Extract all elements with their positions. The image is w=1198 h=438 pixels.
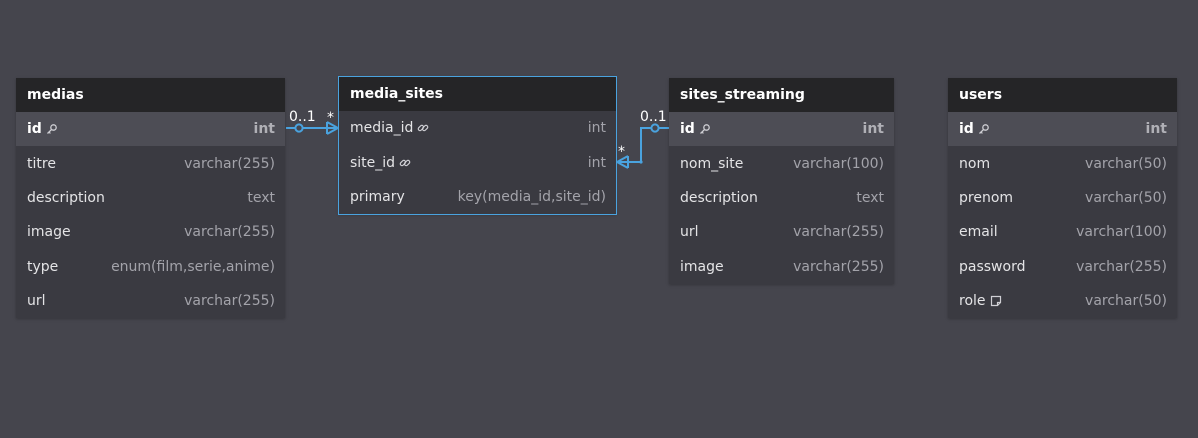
field-type: int: [587, 120, 606, 137]
field-type: int: [587, 154, 606, 171]
field-type: int: [1145, 121, 1167, 138]
field-type: varchar(255): [184, 293, 275, 310]
table-row[interactable]: image varchar(255): [669, 250, 894, 284]
field-name: image: [680, 258, 724, 275]
field-type: enum(film,serie,anime): [111, 258, 275, 275]
key-icon: [978, 123, 990, 135]
cardinality-label-from: 0..1: [289, 109, 316, 125]
field-name: email: [959, 224, 998, 241]
table-row[interactable]: site_id int: [339, 145, 616, 179]
table-medias[interactable]: medias id int titre varchar(255) descrip…: [16, 78, 285, 319]
table-row[interactable]: nom_site varchar(100): [669, 146, 894, 180]
table-row[interactable]: media_id int: [339, 111, 616, 145]
table-row[interactable]: url varchar(255): [16, 284, 285, 318]
table-row[interactable]: titre varchar(255): [16, 146, 285, 180]
field-type: varchar(50): [1085, 293, 1167, 310]
field-type: varchar(50): [1085, 155, 1167, 172]
table-row[interactable]: id int: [948, 112, 1177, 147]
diagram-canvas[interactable]: 0..1 * 0..1 * medias id int titre varcha…: [0, 0, 1198, 438]
field-name: nom: [959, 155, 991, 172]
field-type: varchar(100): [793, 155, 884, 172]
link-icon: [417, 122, 429, 134]
table-header[interactable]: media_sites: [339, 77, 616, 111]
field-name: media_id: [350, 120, 414, 137]
table-row[interactable]: password varchar(255): [948, 250, 1177, 284]
field-name: titre: [27, 155, 56, 172]
field-type: int: [862, 121, 884, 138]
table-media-sites[interactable]: media_sites media_id int site_id int pri…: [338, 75, 617, 216]
table-row[interactable]: description text: [16, 181, 285, 215]
table-row[interactable]: url varchar(255): [669, 215, 894, 249]
key-icon: [699, 123, 711, 135]
table-header[interactable]: users: [948, 78, 1177, 112]
field-name: nom_site: [680, 155, 744, 172]
field-type: varchar(50): [1085, 189, 1167, 206]
field-type: text: [247, 189, 275, 206]
field-name: prenom: [959, 189, 1014, 206]
field-name: image: [27, 224, 71, 241]
table-users[interactable]: users id int nom varchar(50) prenom varc…: [948, 78, 1177, 319]
field-name: password: [959, 258, 1026, 275]
field-name: primary: [350, 188, 405, 205]
field-name: type: [27, 258, 59, 275]
link-icon: [399, 157, 411, 169]
cardinality-label-to: *: [327, 110, 334, 126]
field-name: id: [27, 121, 42, 138]
field-name: site_id: [350, 154, 396, 171]
cardinality-label-from: 0..1: [640, 109, 667, 125]
cardinality-label-to: *: [618, 144, 625, 160]
field-name: url: [27, 293, 46, 310]
field-name: description: [680, 189, 758, 206]
field-name: role: [959, 293, 986, 310]
field-type: varchar(255): [184, 155, 275, 172]
field-type: varchar(255): [184, 224, 275, 241]
field-type: varchar(255): [1076, 258, 1167, 275]
table-row[interactable]: id int: [16, 112, 285, 147]
table-row[interactable]: image varchar(255): [16, 215, 285, 249]
field-type: varchar(255): [793, 258, 884, 275]
field-type: varchar(255): [793, 224, 884, 241]
field-name: id: [680, 121, 695, 138]
table-row[interactable]: id int: [669, 112, 894, 147]
field-type: key(media_id,site_id): [457, 188, 606, 205]
table-row[interactable]: role varchar(50): [948, 284, 1177, 318]
table-sites-streaming[interactable]: sites_streaming id int nom_site varchar(…: [669, 78, 894, 284]
table-row[interactable]: email varchar(100): [948, 215, 1177, 249]
table-row[interactable]: type enum(film,serie,anime): [16, 250, 285, 284]
table-row[interactable]: description text: [669, 181, 894, 215]
field-name: id: [959, 121, 974, 138]
field-type: text: [856, 189, 884, 206]
field-type: int: [253, 121, 275, 138]
field-name: description: [27, 189, 105, 206]
table-header[interactable]: medias: [16, 78, 285, 112]
table-row[interactable]: prenom varchar(50): [948, 181, 1177, 215]
table-header[interactable]: sites_streaming: [669, 78, 894, 112]
key-icon: [46, 123, 58, 135]
field-type: varchar(100): [1076, 224, 1167, 241]
note-icon: [990, 295, 1002, 307]
field-name: url: [680, 224, 699, 241]
table-row[interactable]: nom varchar(50): [948, 146, 1177, 180]
table-row[interactable]: primary key(media_id,site_id): [339, 180, 616, 214]
